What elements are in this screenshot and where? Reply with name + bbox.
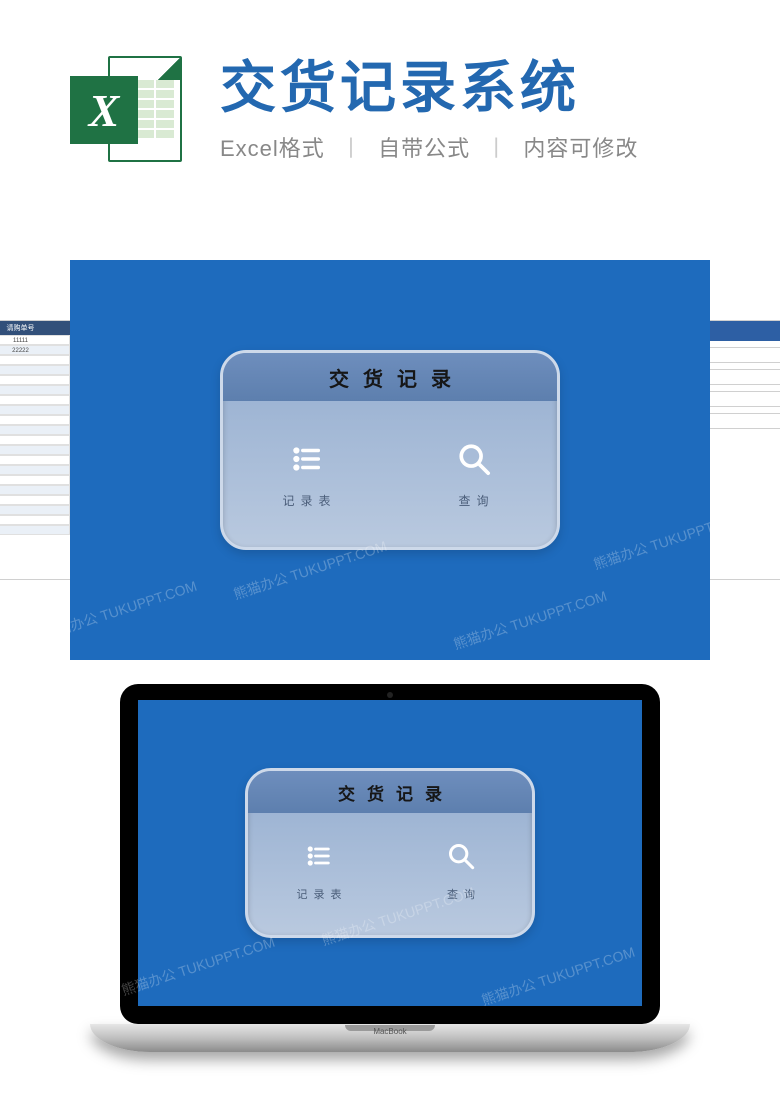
record-label: 记录表: [291, 886, 348, 902]
col-header: 请购单号: [0, 323, 70, 333]
watermark: 熊猫办公 TUKUPPT.COM: [41, 576, 200, 645]
panel-title: 交货记录: [223, 353, 557, 401]
page-title: 交货记录系统: [220, 57, 740, 119]
query-label: 查询: [441, 886, 481, 902]
record-button[interactable]: 记录表: [223, 401, 390, 547]
search-icon: [445, 840, 477, 872]
watermark: 熊猫办公 TUKUPPT.COM: [451, 586, 610, 655]
cell: 22222: [0, 345, 70, 355]
laptop-brand: MacBook: [373, 1027, 406, 1036]
panel-title: 交货记录: [248, 771, 532, 813]
sub-c: 内容可修改: [523, 136, 638, 161]
template-preview: 交货记录 记录表 查询 熊猫办公 TUKUPPT.COM 熊猫办公 TUKUPP…: [70, 260, 710, 660]
query-label: 查询: [452, 492, 494, 509]
list-icon: [288, 440, 326, 478]
excel-icon: X: [70, 50, 200, 170]
watermark: 熊猫办公 TUKUPPT.COM: [479, 942, 638, 1011]
sub-b: 自带公式: [378, 136, 470, 161]
delivery-panel: 交货记录 记录表 查询: [220, 350, 560, 550]
query-button[interactable]: 查询: [390, 401, 557, 547]
laptop-mockup: 交货记录 记录表 查询 熊猫办公 TU: [90, 684, 690, 1052]
query-button[interactable]: 查询: [390, 813, 532, 929]
excel-badge: X: [70, 76, 138, 144]
cell: 11111: [0, 335, 70, 345]
sub-a: Excel格式: [220, 136, 325, 161]
search-icon: [455, 440, 493, 478]
watermark: 熊猫办公 TUKUPPT.COM: [119, 932, 278, 1001]
delivery-panel: 交货记录 记录表 查询: [245, 768, 535, 938]
record-label: 记录表: [276, 492, 336, 509]
record-button[interactable]: 记录表: [248, 813, 390, 929]
page-subtitle: Excel格式 丨 自带公式 丨 内容可修改: [220, 131, 740, 163]
list-icon: [303, 840, 335, 872]
